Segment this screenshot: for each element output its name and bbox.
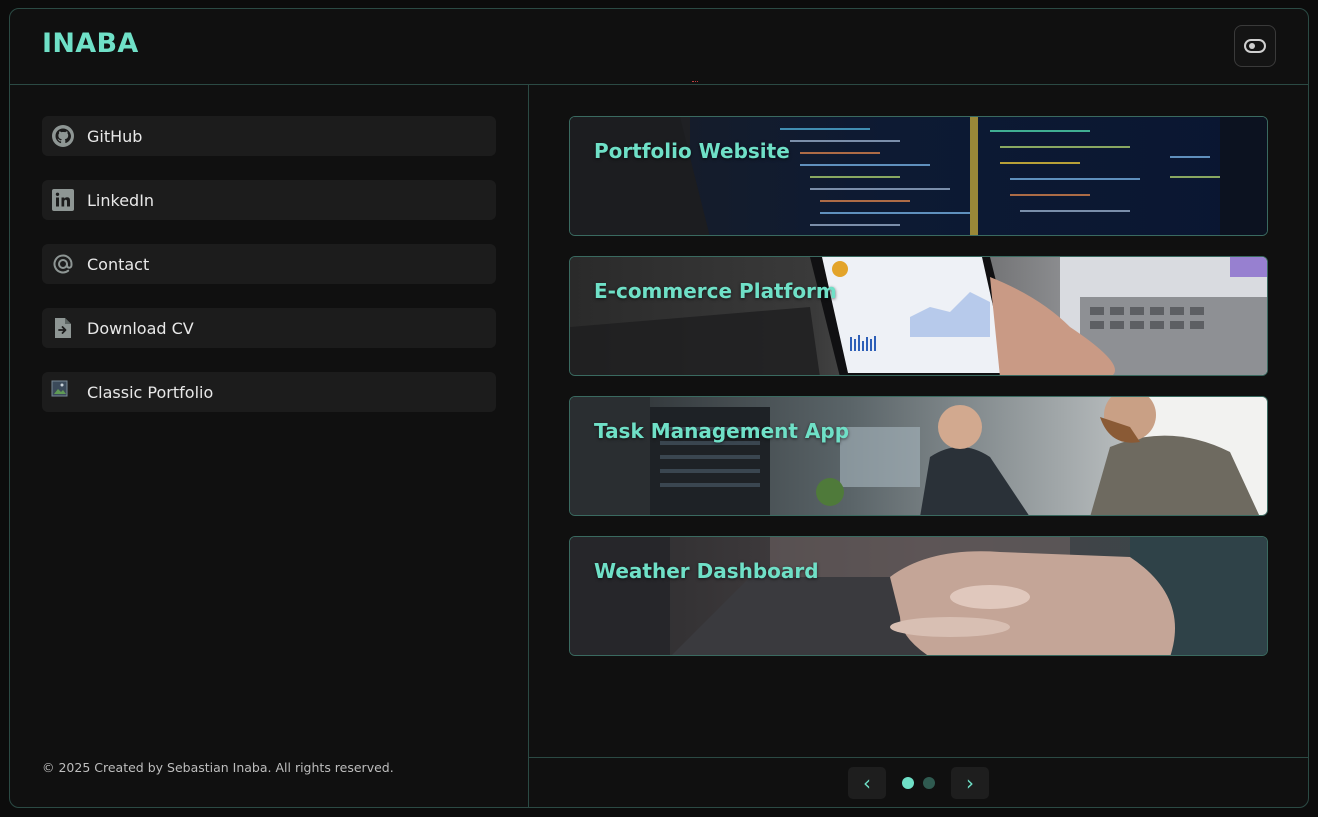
sidebar-item-label: Download CV <box>87 318 194 338</box>
github-icon <box>50 123 76 149</box>
project-card-title: Weather Dashboard <box>594 559 819 583</box>
app-frame: INABA GitHub LinkedIn Contact Download C… <box>9 8 1309 808</box>
broken-image-icon <box>50 379 76 405</box>
project-card-ecommerce-platform[interactable]: E-commerce Platform <box>569 256 1268 376</box>
pagination: ‹ › <box>529 757 1308 807</box>
projects-panel: Portfolio Website E-commerce Platform Ta… <box>529 85 1308 807</box>
copyright-text: © 2025 Created by Sebastian Inaba. All r… <box>42 760 394 775</box>
sidebar-item-label: LinkedIn <box>87 190 155 210</box>
project-card-weather-dashboard[interactable]: Weather Dashboard <box>569 536 1268 656</box>
sidebar-item-classic-portfolio[interactable]: Classic Portfolio <box>42 372 496 412</box>
project-card-title: Task Management App <box>594 419 850 443</box>
prev-page-button[interactable]: ‹ <box>848 767 886 799</box>
decorative-mark <box>692 81 698 83</box>
linkedin-icon <box>50 187 76 213</box>
project-card-task-management-app[interactable]: Task Management App <box>569 396 1268 516</box>
toggle-icon <box>1244 39 1266 53</box>
document-download-icon <box>50 315 76 341</box>
sidebar-item-linkedin[interactable]: LinkedIn <box>42 180 496 220</box>
phone-app-image <box>570 257 1267 375</box>
project-card-title: E-commerce Platform <box>594 279 837 303</box>
theme-toggle-button[interactable] <box>1234 25 1276 67</box>
project-card-portfolio-website[interactable]: Portfolio Website <box>569 116 1268 236</box>
office-workers-image <box>570 397 1267 515</box>
sidebar-item-label: Classic Portfolio <box>87 382 214 402</box>
sidebar-item-github[interactable]: GitHub <box>42 116 496 156</box>
sidebar: GitHub LinkedIn Contact Download CV Clas… <box>10 85 529 807</box>
at-sign-icon <box>50 251 76 277</box>
code-screen-image <box>570 117 1267 235</box>
next-page-button[interactable]: › <box>951 767 989 799</box>
sidebar-item-label: Contact <box>87 254 150 274</box>
brand-logo[interactable]: INABA <box>42 28 139 59</box>
sidebar-item-download-cv[interactable]: Download CV <box>42 308 496 348</box>
sidebar-item-label: GitHub <box>87 126 143 146</box>
page-dot-active[interactable] <box>902 777 914 789</box>
sidebar-item-contact[interactable]: Contact <box>42 244 496 284</box>
header: INABA <box>10 9 1308 85</box>
page-dot[interactable] <box>923 777 935 789</box>
project-card-title: Portfolio Website <box>594 139 790 163</box>
typing-hands-image <box>570 537 1267 655</box>
